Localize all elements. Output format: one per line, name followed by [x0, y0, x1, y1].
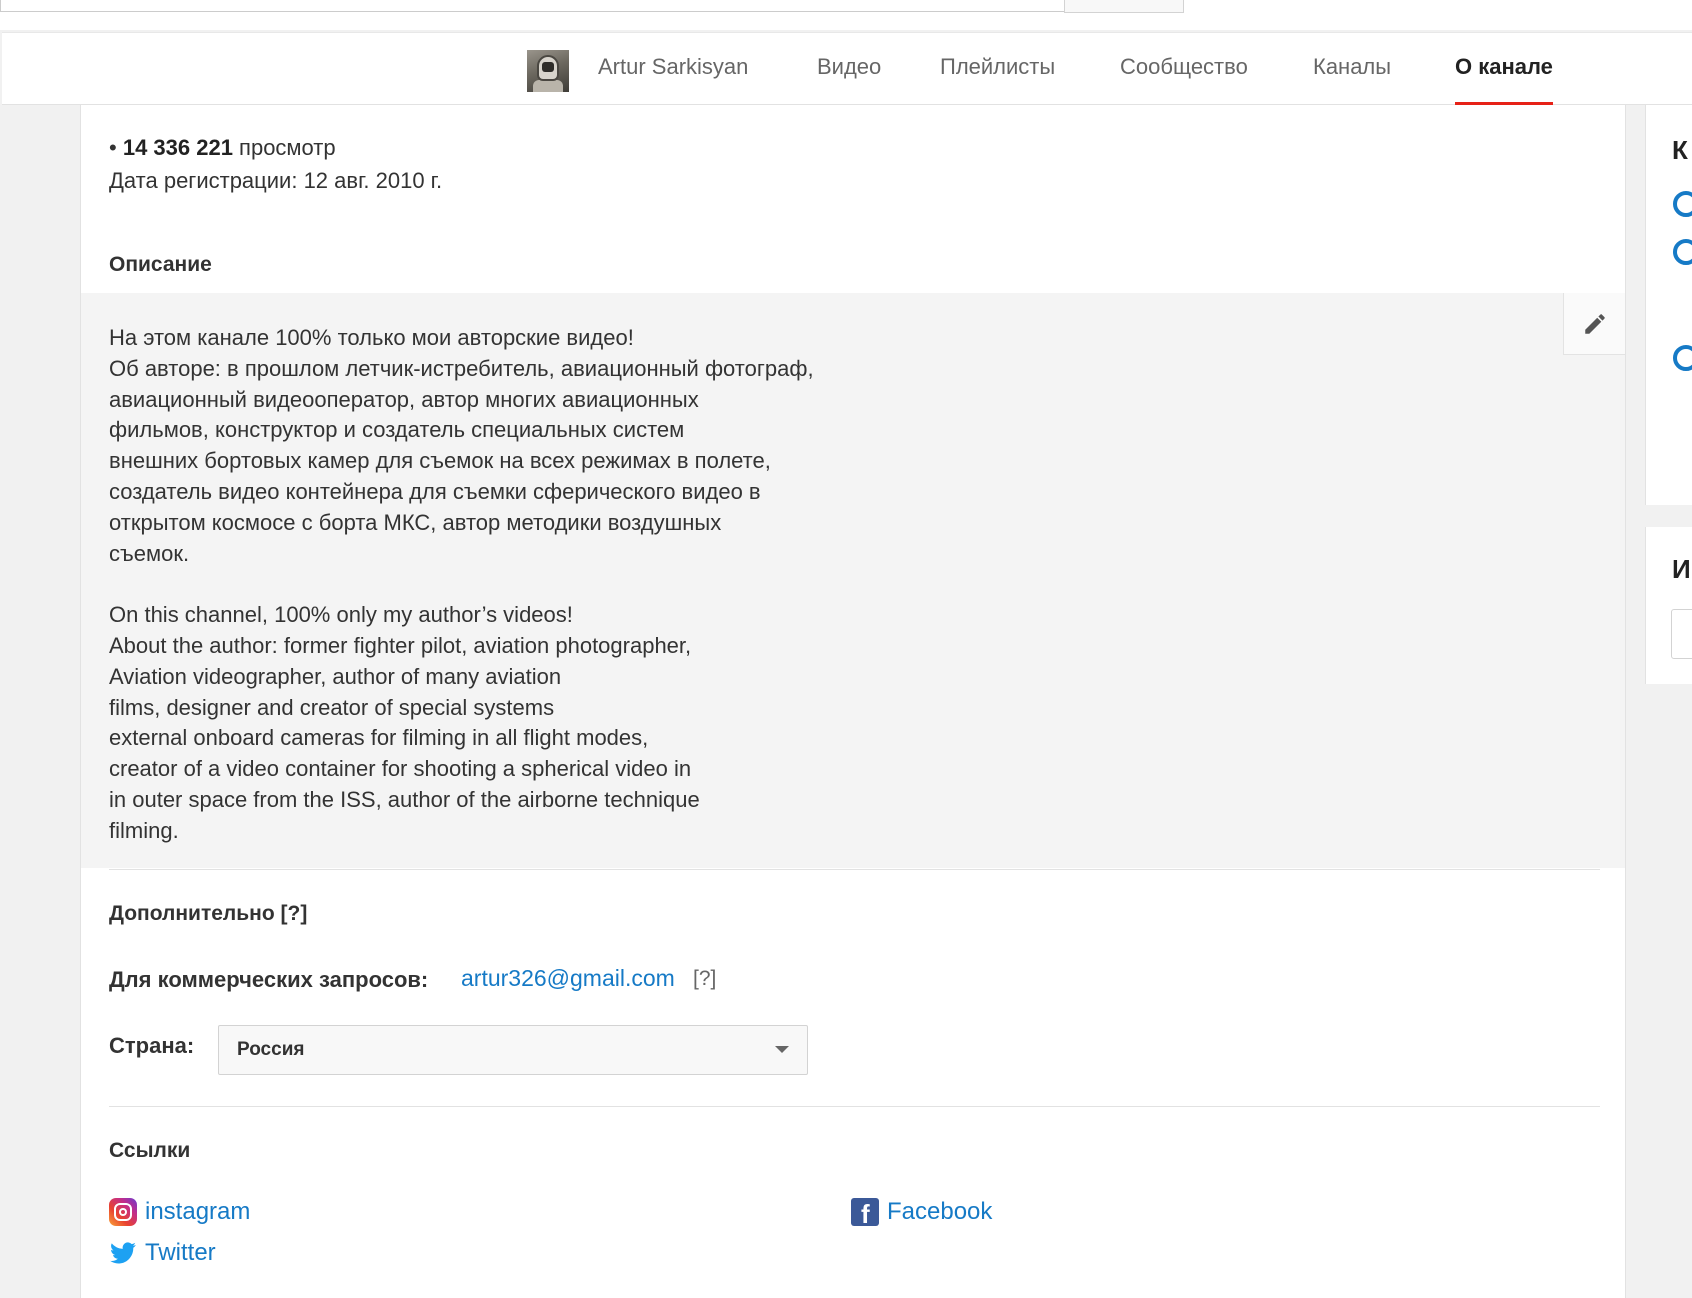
description-text: На этом канале 100% только мои авторские…: [109, 325, 814, 843]
views-line: • 14 336 221 просмотр: [109, 131, 442, 164]
business-email-link[interactable]: artur326@gmail.com: [461, 965, 675, 992]
tab-playlists[interactable]: Плейлисты: [940, 33, 1055, 105]
sidebar-card-title: К: [1672, 135, 1688, 165]
description-box: На этом канале 100% только мои авторские…: [81, 293, 1625, 868]
channel-avatar-icon[interactable]: [1673, 239, 1692, 265]
instagram-icon: [109, 1198, 137, 1226]
facebook-icon: f: [851, 1198, 879, 1229]
tab-about[interactable]: О канале: [1455, 33, 1553, 106]
sidebar-card-title: И: [1672, 554, 1691, 584]
business-help-link[interactable]: [?]: [693, 967, 716, 991]
divider: [109, 869, 1600, 870]
country-label: Страна:: [109, 1033, 195, 1058]
links-title: Ссылки: [109, 1139, 191, 1162]
about-card: • 14 336 221 просмотр Дата регистрации: …: [80, 105, 1626, 1298]
views-suffix: просмотр: [232, 135, 336, 160]
channel-stats: • 14 336 221 просмотр Дата регистрации: …: [109, 131, 442, 197]
sidebar-input[interactable]: [1671, 609, 1692, 659]
pencil-icon: [1585, 314, 1605, 334]
description-title: Описание: [109, 253, 212, 276]
instagram-link-label: instagram: [145, 1198, 251, 1225]
divider: [109, 1106, 1600, 1107]
avatar-body-shape: [533, 80, 563, 92]
additional-title: Дополнительно [?]: [109, 902, 308, 925]
channel-avatar[interactable]: [527, 50, 569, 92]
search-button[interactable]: [1064, 0, 1184, 13]
search-input[interactable]: [0, 0, 1065, 12]
chevron-down-icon: [775, 1046, 789, 1053]
tab-videos[interactable]: Видео: [817, 33, 881, 105]
edit-description-button[interactable]: [1563, 293, 1625, 355]
twitter-icon: [110, 1242, 136, 1264]
stats-bullet: •: [109, 135, 123, 160]
twitter-link-label: Twitter: [145, 1239, 216, 1266]
views-count: 14 336 221: [122, 135, 233, 160]
avatar-visor-shape: [542, 62, 554, 72]
business-inquiries-label: Для коммерческих запросов:: [109, 967, 429, 992]
country-value: Россия: [237, 1039, 305, 1060]
tab-channels[interactable]: Каналы: [1313, 33, 1391, 105]
country-select[interactable]: Россия: [218, 1025, 808, 1075]
sidebar-featured-card: К: [1645, 105, 1692, 505]
channel-avatar-icon[interactable]: [1673, 345, 1692, 371]
registration-date: Дата регистрации: 12 авг. 2010 г.: [109, 168, 443, 193]
sidebar-second-card: И: [1645, 527, 1692, 684]
tab-community[interactable]: Сообщество: [1120, 33, 1248, 105]
masthead: [0, 0, 1692, 30]
channel-name-link[interactable]: Artur Sarkisyan: [598, 33, 748, 105]
channel-nav: Artur Sarkisyan Видео Плейлисты Сообщест…: [2, 32, 1692, 106]
channel-avatar-icon[interactable]: [1673, 191, 1692, 217]
facebook-link-label: Facebook: [887, 1198, 993, 1225]
